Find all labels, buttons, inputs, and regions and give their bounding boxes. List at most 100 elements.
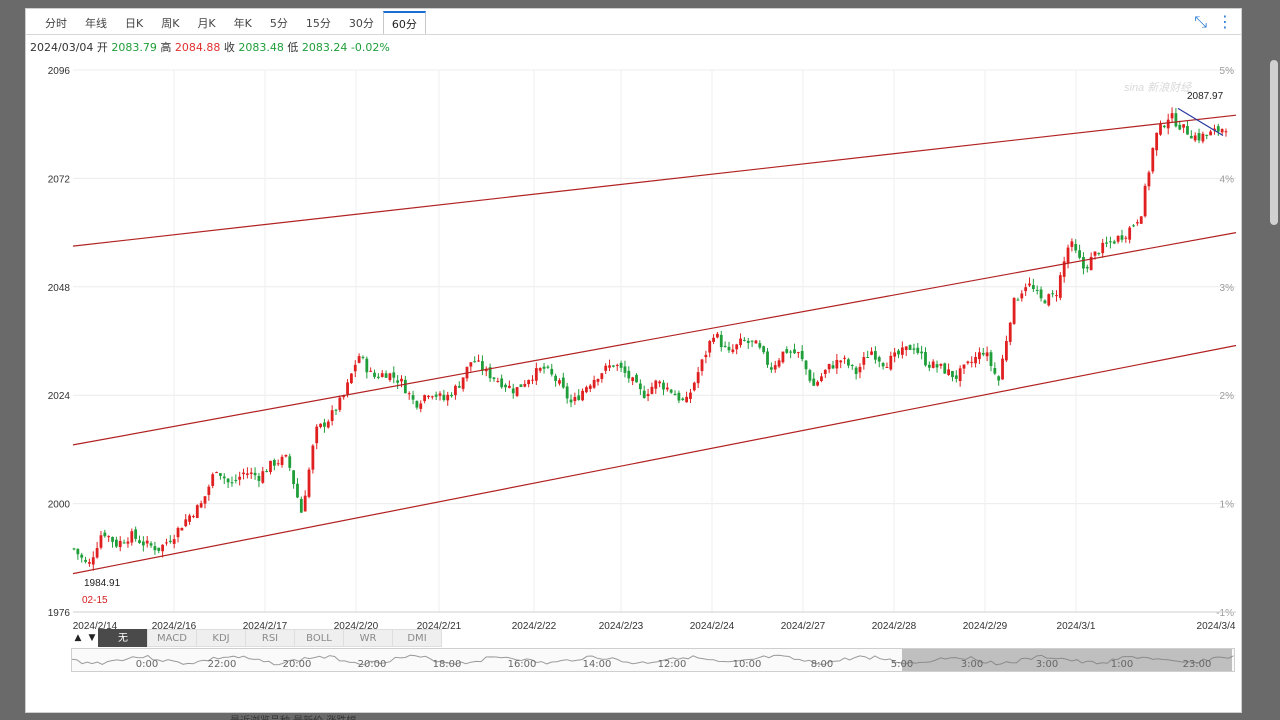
indicator-0[interactable]: 无 — [98, 629, 148, 647]
candle-body — [692, 382, 696, 391]
candle-body — [1128, 227, 1132, 240]
y2-tick-label: 2% — [1220, 391, 1235, 402]
candle-body — [1197, 133, 1201, 141]
candle-body — [766, 351, 769, 365]
candle-body — [199, 503, 203, 508]
candle-body — [1201, 133, 1205, 142]
candle-body — [793, 349, 796, 354]
candle-body — [916, 347, 920, 353]
candle-body — [95, 548, 99, 558]
candle-body — [712, 337, 715, 342]
min-date-label: 02-15 — [82, 595, 108, 606]
arrow-down-icon[interactable]: ▼ — [85, 633, 99, 643]
candle-body — [457, 386, 461, 388]
page-scrollbar[interactable] — [1270, 60, 1278, 225]
indicator-1[interactable]: MACD — [147, 629, 197, 647]
candle-body — [461, 377, 465, 389]
candle-body — [276, 463, 280, 465]
candle-body — [427, 395, 430, 398]
candle-body — [1055, 295, 1058, 297]
indicator-2[interactable]: KDJ — [196, 629, 246, 647]
candlestick-chart[interactable]: 1976 -1% 2000 1% 2024 2% 2048 3% 2072 4% 2096 5% 202… — [26, 9, 1241, 629]
candle-body — [577, 395, 581, 400]
candle-body — [750, 340, 754, 342]
candle-body — [280, 456, 284, 466]
candle-body — [769, 367, 773, 370]
x-tick-label: 2024/2/16 — [152, 621, 197, 629]
candle-body — [165, 542, 168, 544]
range-navigator[interactable]: 0:00 22:00 20:00 20:00 18:00 16:00 14:00 12:00 1… — [71, 648, 1235, 672]
candle-body — [592, 380, 596, 388]
candle-body — [153, 546, 157, 551]
candle-body — [338, 397, 342, 410]
candle-body — [588, 385, 592, 389]
candle-body — [172, 539, 176, 544]
candle-body — [665, 387, 669, 390]
x-tick-label: 2024/2/29 — [963, 621, 1008, 629]
indicator-3[interactable]: RSI — [245, 629, 295, 647]
indicator-4[interactable]: BOLL — [294, 629, 344, 647]
x-tick-label: 2024/2/20 — [334, 621, 379, 629]
candle-body — [1216, 126, 1220, 132]
candle-body — [126, 541, 130, 544]
arrow-up-icon[interactable]: ▲ — [71, 633, 85, 643]
candle-body — [238, 476, 242, 480]
candle-body — [319, 423, 322, 428]
candle-body — [565, 386, 569, 399]
candle-body — [145, 540, 149, 544]
candle-body — [742, 339, 746, 341]
indicator-bar: ▲ ▼ 无 MACD KDJ RSI BOLL WR DMI — [71, 629, 442, 647]
candle-body — [966, 361, 970, 364]
candle-body — [245, 473, 249, 475]
x-tick-label: 2024/3/4 — [1197, 621, 1236, 629]
candle-body — [569, 399, 573, 403]
candle-body — [820, 376, 823, 382]
channel-line-upper — [72, 114, 1237, 247]
candle-body — [843, 357, 846, 359]
candle-body — [249, 472, 253, 475]
candle-body — [384, 373, 388, 378]
candle-body — [970, 361, 974, 363]
candle-body — [873, 351, 877, 360]
candle-body — [870, 351, 873, 355]
candle-body — [615, 364, 619, 366]
candle-body — [107, 536, 111, 538]
candle-body — [396, 380, 400, 383]
y2-tick-label: 3% — [1220, 283, 1235, 294]
x-tick-label: 2024/2/27 — [781, 621, 826, 629]
candle-body — [927, 364, 931, 368]
candle-body — [550, 368, 554, 375]
candle-body — [1209, 131, 1212, 136]
candle-body — [288, 456, 292, 468]
candle-body — [207, 486, 211, 495]
candle-body — [611, 365, 615, 367]
candle-body — [284, 454, 288, 457]
channel-line-middle — [72, 232, 1237, 446]
candle-body — [908, 345, 912, 350]
candle-body — [84, 559, 87, 562]
candle-body — [334, 409, 338, 411]
indicator-5[interactable]: WR — [343, 629, 393, 647]
candle-body — [935, 364, 939, 368]
indicator-6[interactable]: DMI — [392, 629, 442, 647]
candle-body — [184, 519, 188, 527]
candle-body — [469, 362, 473, 367]
x-tick-label: 2024/2/17 — [243, 621, 288, 629]
candle-body — [800, 350, 804, 360]
candle-body — [531, 379, 534, 381]
candle-body — [762, 346, 766, 353]
candle-body — [507, 385, 511, 388]
candle-body — [608, 365, 611, 368]
watermark: sina 新浪财经 — [1124, 81, 1192, 94]
candle-body — [188, 515, 191, 522]
candle-body — [604, 365, 608, 371]
candle-body — [939, 363, 943, 366]
candle-body — [631, 377, 635, 382]
candle-body — [481, 361, 484, 371]
candle-body — [700, 359, 704, 372]
candle-body — [723, 345, 727, 347]
candle-body — [685, 396, 689, 403]
candle-body — [388, 373, 392, 381]
candle-body — [650, 386, 654, 394]
candle-body — [746, 340, 750, 343]
